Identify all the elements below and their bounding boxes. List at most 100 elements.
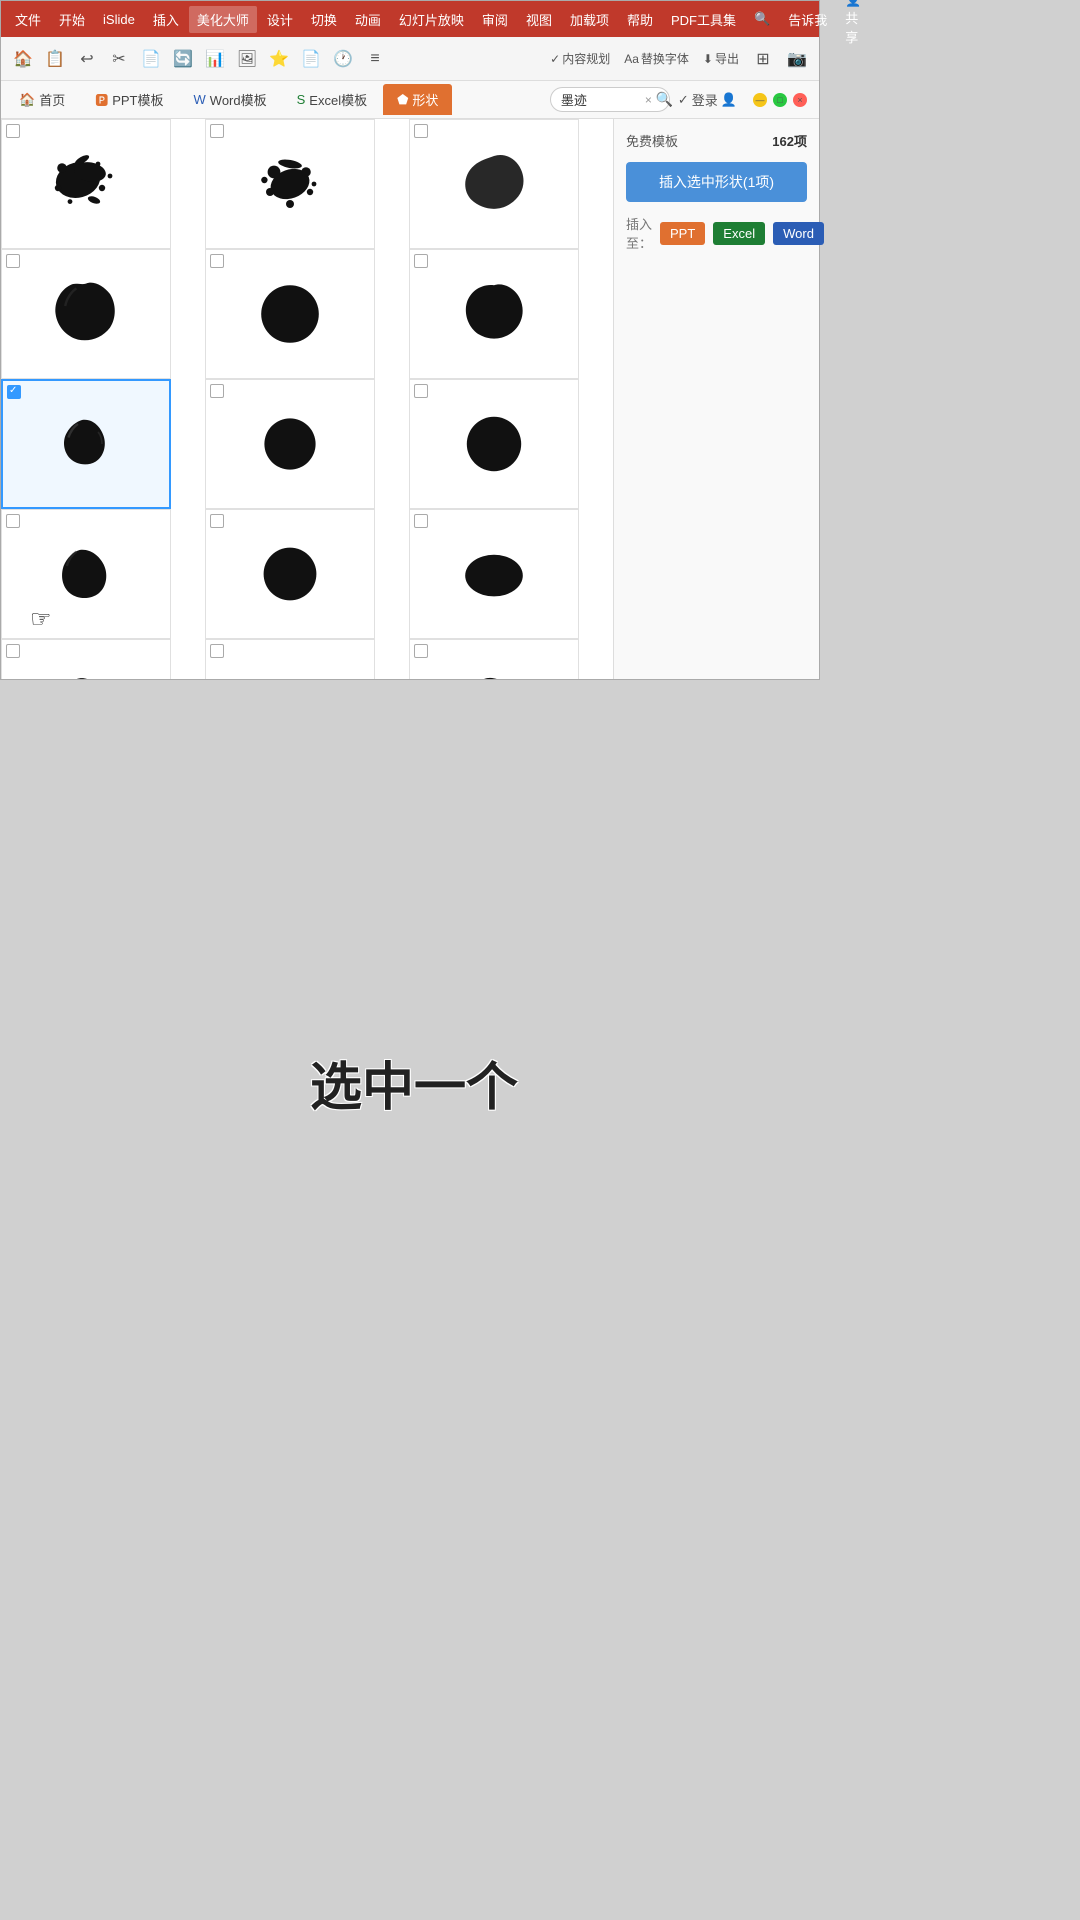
menu-item-design[interactable]: 设计 (259, 6, 301, 33)
grid-item-4[interactable] (1, 249, 171, 379)
toolbar-star-icon[interactable]: ⭐ (265, 45, 293, 73)
ppt-badge[interactable]: PPT (660, 222, 705, 245)
checkbox-12[interactable] (414, 514, 428, 528)
insert-btn[interactable]: 插入选中形状(1项) (626, 162, 807, 202)
export-btn[interactable]: ⬇ 导出 (699, 48, 743, 69)
login-label: 登录 (692, 90, 718, 109)
toolbar-time-icon[interactable]: 🕐 (329, 45, 357, 73)
checkbox-13[interactable] (6, 644, 20, 658)
grid-item-7-selected[interactable] (1, 379, 171, 509)
search-input-wrap[interactable]: × 🔍 (550, 87, 670, 112)
grid-item-12[interactable] (409, 509, 579, 639)
toolbar-camera-icon[interactable]: 📷 (783, 45, 811, 73)
login-btn[interactable]: ✓ 登录 👤 (678, 90, 737, 109)
menu-item-pdf[interactable]: PDF工具集 (663, 6, 744, 33)
content-plan-btn[interactable]: ✓ 内容规划 (546, 48, 614, 69)
search-input[interactable] (561, 92, 641, 107)
toolbar-grid2-icon[interactable]: ⊞ (749, 45, 777, 73)
toolbar-scissors-icon[interactable]: ✂ (105, 45, 133, 73)
search-go-btn[interactable]: 🔍 (656, 91, 673, 108)
toolbar-list-icon[interactable]: ≡ (361, 45, 389, 73)
toolbar-home-icon[interactable]: 🏠 (9, 45, 37, 73)
checkbox-6[interactable] (414, 254, 428, 268)
toolbar-grid-icon[interactable]: 📊 (201, 45, 229, 73)
shape-2 (250, 144, 330, 224)
checkbox-8[interactable] (210, 384, 224, 398)
toolbar-refresh-icon[interactable]: 🔄 (169, 45, 197, 73)
toolbar: 🏠 📋 ↩ ✂ 📄 🔄 📊 🖼 ⭐ 📄 🕐 ≡ ✓ 内容规划 Aa 替换字体 ⬇… (1, 37, 819, 81)
avatar-icon: 👤 (721, 92, 737, 108)
insert-to-row: 插入至： PPT Excel Word (626, 214, 807, 252)
menu-item-help[interactable]: 帮助 (619, 6, 661, 33)
toolbar-image-icon[interactable]: 🖼 (233, 45, 261, 73)
grid-item-14[interactable] (205, 639, 375, 679)
search-clear-btn[interactable]: × (645, 93, 652, 107)
login-check-icon: ✓ (678, 92, 689, 108)
grid-item-9[interactable] (409, 379, 579, 509)
shape-11 (250, 534, 330, 614)
menu-item-tellme[interactable]: 🔍 (746, 7, 778, 31)
maximize-btn[interactable]: □ (773, 93, 787, 107)
minimize-btn[interactable]: — (753, 93, 767, 107)
grid-item-15[interactable] (409, 639, 579, 679)
checkbox-2[interactable] (210, 124, 224, 138)
tab-shape-label: 形状 (412, 90, 438, 109)
grid-item-11[interactable] (205, 509, 375, 639)
checkbox-15[interactable] (414, 644, 428, 658)
toolbar-doc-icon[interactable]: 📄 (297, 45, 325, 73)
close-btn[interactable]: × (793, 93, 807, 107)
excel-badge[interactable]: Excel (713, 222, 765, 245)
tab-bar: 🏠 首页 🅿 PPT模板 W Word模板 S Excel模板 ⬟ 形状 × 🔍 (1, 81, 819, 119)
grid-item-10[interactable] (1, 509, 171, 639)
checkbox-10[interactable] (6, 514, 20, 528)
tab-word-label: Word模板 (210, 90, 267, 109)
toolbar-copy-icon[interactable]: 📄 (137, 45, 165, 73)
checkbox-4[interactable] (6, 254, 20, 268)
grid-item-8[interactable] (205, 379, 375, 509)
word-icon: W (194, 92, 206, 107)
checkbox-14[interactable] (210, 644, 224, 658)
replace-font-btn[interactable]: Aa 替换字体 (620, 48, 693, 69)
menu-bar: 文件 开始 iSlide 插入 美化大师 设计 切换 动画 幻灯片放映 审阅 视… (1, 1, 819, 37)
shape-4 (46, 274, 126, 354)
export-icon: ⬇ (703, 52, 713, 66)
menu-item-transition[interactable]: 切换 (303, 6, 345, 33)
menu-item-insert[interactable]: 插入 (145, 6, 187, 33)
toolbar-right: ✓ 内容规划 Aa 替换字体 ⬇ 导出 ⊞ 📷 (546, 45, 811, 73)
toolbar-undo-icon[interactable]: ↩ (73, 45, 101, 73)
menu-item-islide[interactable]: iSlide (95, 8, 143, 31)
grid-item-6[interactable] (409, 249, 579, 379)
checkbox-11[interactable] (210, 514, 224, 528)
checkbox-1[interactable] (6, 124, 20, 138)
menu-item-share[interactable]: 👤 共享 (837, 0, 869, 50)
grid-item-3[interactable] (409, 119, 579, 249)
grid-item-13[interactable] (1, 639, 171, 679)
toolbar-template-icon[interactable]: 📋 (41, 45, 69, 73)
tab-excel[interactable]: S Excel模板 (283, 84, 381, 115)
menu-item-animation[interactable]: 动画 (347, 6, 389, 33)
grid-item-5[interactable] (205, 249, 375, 379)
replace-font-label: 替换字体 (641, 50, 689, 67)
ppt-icon: 🅿 (95, 90, 108, 109)
tab-shape[interactable]: ⬟ 形状 (383, 84, 452, 115)
checkbox-3[interactable] (414, 124, 428, 138)
menu-item-tellme-text[interactable]: 告诉我 (780, 6, 835, 33)
insert-to-label: 插入至： (626, 214, 652, 252)
checkbox-5[interactable] (210, 254, 224, 268)
tab-home[interactable]: 🏠 首页 (5, 84, 79, 115)
menu-item-view[interactable]: 视图 (518, 6, 560, 33)
menu-item-slideshow[interactable]: 幻灯片放映 (391, 6, 472, 33)
shape-3 (454, 144, 534, 224)
checkbox-9[interactable] (414, 384, 428, 398)
grid-item-2[interactable] (205, 119, 375, 249)
menu-item-addons[interactable]: 加载项 (562, 6, 617, 33)
menu-item-file[interactable]: 文件 (7, 6, 49, 33)
menu-item-beautify[interactable]: 美化大师 (189, 6, 257, 33)
word-badge[interactable]: Word (773, 222, 824, 245)
menu-item-start[interactable]: 开始 (51, 6, 93, 33)
grid-item-1[interactable] (1, 119, 171, 249)
tab-word[interactable]: W Word模板 (180, 84, 281, 115)
tab-ppt[interactable]: 🅿 PPT模板 (81, 84, 177, 115)
checkbox-7[interactable] (7, 385, 21, 399)
menu-item-review[interactable]: 审阅 (474, 6, 516, 33)
